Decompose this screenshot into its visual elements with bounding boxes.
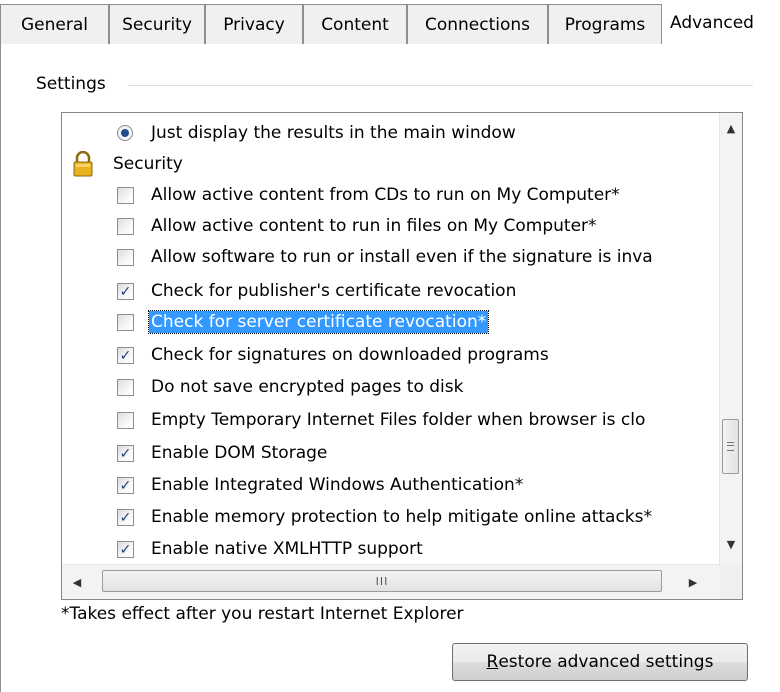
tab-programs[interactable]: Programs [548,4,662,44]
list-item-label: Just display the results in the main win… [151,123,516,143]
list-item[interactable]: ✓ Enable memory protection to help mitig… [62,501,652,533]
tab-security[interactable]: Security [109,4,205,44]
list-item[interactable]: Do not save encrypted pages to disk [62,371,463,403]
category-security: Security [62,148,183,180]
list-item-label: Empty Temporary Internet Files folder wh… [151,410,646,430]
list-item-label: Allow software to run or install even if… [151,247,653,267]
checkbox-unchecked[interactable] [117,249,134,266]
list-item-label: Enable memory protection to help mitigat… [151,507,652,527]
list-item[interactable]: Allow active content to run in files on … [62,210,597,242]
list-item-label: Check for signatures on downloaded progr… [151,345,549,365]
checkbox-checked[interactable]: ✓ [117,477,134,494]
tab-label: Connections [424,14,531,35]
list-item[interactable]: Empty Temporary Internet Files folder wh… [62,404,645,436]
checkbox-unchecked[interactable] [117,218,134,235]
category-label: Security [113,154,183,174]
list-item-label: Do not save encrypted pages to disk [151,377,464,397]
list-item[interactable]: ✓ Enable native XMLHTTP support [62,533,423,565]
checkbox-unchecked[interactable] [117,314,134,331]
scroll-up-arrow-icon[interactable]: ▲ [720,117,742,139]
list-item-selected[interactable]: Check for server certificate revocation* [62,306,490,338]
tab-strip: General Security Privacy Content Connect… [0,0,780,46]
list-item[interactable]: ✓ Check for publisher's certificate revo… [62,275,516,307]
tab-label: Privacy [223,14,285,35]
horizontal-scroll-thumb[interactable]: III [102,570,662,592]
scrollbar-corner [720,565,742,599]
list-item-label: Allow active content from CDs to run on … [151,185,620,205]
restart-footnote: *Takes effect after you restart Internet… [61,604,464,624]
settings-listbox[interactable]: Just display the results in the main win… [61,112,743,600]
radio-dot [121,129,129,137]
list-item[interactable]: Allow software to run or install even if… [62,241,653,273]
grip-icon: III [375,574,389,588]
checkbox-unchecked[interactable] [117,412,134,429]
scroll-down-arrow-icon[interactable]: ▼ [720,533,742,555]
tab-general[interactable]: General [0,4,109,44]
restore-advanced-settings-button[interactable]: Restore advanced settings [452,643,748,681]
checkbox-checked[interactable]: ✓ [117,283,134,300]
vertical-scrollbar[interactable]: ▲ ▼ [719,113,742,565]
accelerator-key: R [486,652,499,672]
list-item-label: Enable Integrated Windows Authentication… [151,475,524,495]
checkbox-checked[interactable]: ✓ [117,445,134,462]
list-item-label: Check for publisher's certificate revoca… [151,281,517,301]
tab-privacy[interactable]: Privacy [205,4,303,44]
scroll-right-arrow-icon[interactable]: ▶ [682,571,704,593]
list-item[interactable]: ✓ Enable DOM Storage [62,437,327,469]
list-item-label: Allow active content to run in files on … [151,216,597,236]
panel-border [0,44,1,692]
checkbox-unchecked[interactable] [117,379,134,396]
checkbox-checked[interactable]: ✓ [117,541,134,558]
radio-button[interactable] [117,125,133,141]
scroll-left-arrow-icon[interactable]: ◀ [66,571,88,593]
list-item[interactable]: ✓ Enable Integrated Windows Authenticati… [62,469,523,501]
grip-icon [727,442,734,451]
list-item[interactable]: ✓ Check for signatures on downloaded pro… [62,339,549,371]
list-item-radio[interactable]: Just display the results in the main win… [62,117,516,149]
list-item-label: Enable native XMLHTTP support [151,539,423,559]
list-item[interactable]: Allow active content from CDs to run on … [62,179,620,211]
vertical-scroll-thumb[interactable] [722,419,739,474]
tab-advanced[interactable]: Advanced [662,0,780,46]
checkbox-checked[interactable]: ✓ [117,347,134,364]
tab-label: General [21,14,88,35]
tab-connections[interactable]: Connections [407,4,548,44]
list-item-label: Enable DOM Storage [151,443,328,463]
tab-label: Security [122,14,192,35]
tab-label: Programs [564,14,646,35]
checkbox-unchecked[interactable] [117,187,134,204]
list-item-label: Check for server certificate revocation* [147,310,490,334]
button-label: estore advanced settings [498,652,714,672]
lock-icon [73,151,93,177]
tab-content[interactable]: Content [303,4,407,44]
checkbox-checked[interactable]: ✓ [117,509,134,526]
group-divider [128,85,753,86]
horizontal-scrollbar[interactable]: ◀ III ▶ [62,564,720,599]
settings-group-label: Settings [36,74,116,94]
tab-label: Content [321,14,389,35]
tab-label: Advanced [670,13,754,33]
